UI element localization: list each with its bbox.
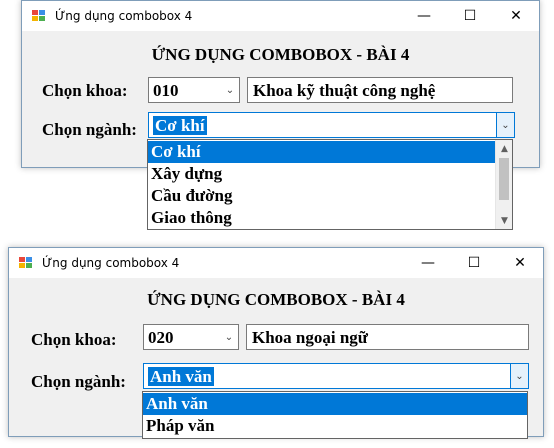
chon-nganh-label: Chọn ngành: — [31, 372, 126, 391]
khoa-combobox-value: 020 — [148, 328, 174, 347]
page-heading: ỨNG DỤNG COMBOBOX - BÀI 4 — [147, 290, 405, 309]
nganh-combobox[interactable]: Cơ khí ⌄ — [148, 112, 515, 138]
dropdown-items: Anh văn Pháp văn — [143, 393, 527, 437]
title-bar[interactable]: Ứng dụng combobox 4 — ☐ ✕ — [9, 248, 543, 278]
chon-khoa-label: Chọn khoa: — [42, 81, 128, 100]
scroll-up-arrow-icon[interactable]: ▲ — [496, 140, 512, 157]
chevron-down-icon[interactable]: ⌄ — [496, 113, 514, 137]
khoa-name-value: Khoa ngoại ngữ — [252, 328, 369, 347]
khoa-combobox-value: 010 — [153, 81, 179, 100]
dropdown-item[interactable]: Xây dựng — [148, 163, 495, 185]
page-heading: ỨNG DỤNG COMBOBOX - BÀI 4 — [151, 45, 410, 64]
window-title: Ứng dụng combobox 4 — [42, 256, 180, 270]
chevron-down-icon[interactable]: ⌄ — [510, 364, 528, 388]
nganh-dropdown-list[interactable]: Cơ khí Xây dựng Cầu đường Giao thông ▲ ▼ — [147, 139, 513, 230]
dropdown-item[interactable]: Cầu đường — [148, 185, 495, 207]
close-button[interactable]: ✕ — [493, 1, 539, 31]
scroll-down-arrow-icon[interactable]: ▼ — [496, 212, 512, 229]
khoa-combobox[interactable]: 010 ⌄ — [148, 77, 240, 103]
app-icon — [19, 257, 33, 269]
dropdown-item[interactable]: Pháp văn — [143, 415, 527, 437]
minimize-button[interactable]: — — [405, 248, 451, 278]
chevron-down-icon[interactable]: ⌄ — [221, 78, 239, 102]
khoa-name-field[interactable]: Khoa kỹ thuật công nghệ — [247, 77, 513, 103]
maximize-button[interactable]: ☐ — [451, 248, 497, 278]
khoa-name-value: Khoa kỹ thuật công nghệ — [253, 81, 436, 100]
chon-nganh-label: Chọn ngành: — [42, 120, 137, 139]
minimize-button[interactable]: — — [401, 1, 447, 31]
dropdown-scrollbar[interactable]: ▲ ▼ — [495, 140, 512, 229]
khoa-combobox[interactable]: 020 ⌄ — [143, 324, 239, 350]
nganh-dropdown-list[interactable]: Anh văn Pháp văn — [142, 391, 528, 439]
nganh-combobox-value: Cơ khí — [153, 116, 207, 135]
nganh-combobox[interactable]: Anh văn ⌄ — [143, 363, 529, 389]
nganh-combobox-value: Anh văn — [148, 367, 214, 386]
title-bar[interactable]: Ứng dụng combobox 4 — ☐ ✕ — [22, 1, 539, 31]
khoa-name-field[interactable]: Khoa ngoại ngữ — [246, 324, 529, 350]
dropdown-item[interactable]: Anh văn — [143, 393, 527, 415]
app-icon — [32, 10, 46, 22]
chevron-down-icon[interactable]: ⌄ — [220, 325, 238, 349]
dropdown-items: Cơ khí Xây dựng Cầu đường Giao thông — [148, 141, 495, 229]
scrollbar-thumb[interactable] — [499, 158, 509, 200]
dropdown-item[interactable]: Giao thông — [148, 207, 495, 229]
window-title: Ứng dụng combobox 4 — [55, 9, 193, 23]
chon-khoa-label: Chọn khoa: — [31, 330, 117, 349]
close-button[interactable]: ✕ — [497, 248, 543, 278]
maximize-button[interactable]: ☐ — [447, 1, 493, 31]
dropdown-item[interactable]: Cơ khí — [148, 141, 495, 163]
